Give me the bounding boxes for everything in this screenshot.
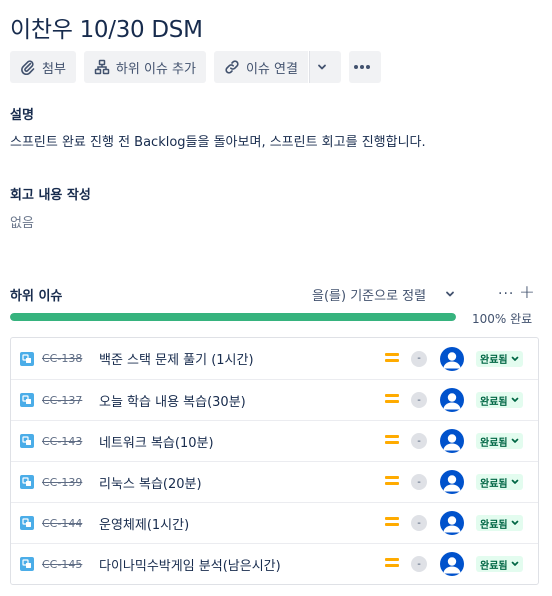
story-points-badge: - xyxy=(411,515,427,531)
issue-key[interactable]: CC-145 xyxy=(42,558,82,571)
priority-medium-icon xyxy=(385,558,399,570)
issue-summary[interactable]: 오늘 학습 내용 복습(30분) xyxy=(99,391,246,410)
chevron-down-icon xyxy=(318,64,327,70)
avatar[interactable] xyxy=(440,470,464,494)
retro-field-label: 회고 내용 작성 xyxy=(10,188,91,203)
avatar[interactable] xyxy=(440,346,464,371)
sort-label: 을(를) 기준으로 정렬 xyxy=(312,288,427,304)
status-dropdown[interactable]: 완료됨 xyxy=(476,474,523,490)
child-issues-progress-bar xyxy=(10,313,456,321)
issue-title[interactable]: 이찬우 10/30 DSM xyxy=(10,10,203,44)
story-points-badge: - xyxy=(411,350,427,367)
subtask-icon xyxy=(20,557,34,571)
subtask-icon xyxy=(20,351,34,366)
priority-medium-icon xyxy=(385,476,399,488)
status-label: 완료됨 xyxy=(480,478,508,490)
chevron-down-icon xyxy=(511,479,518,484)
status-dropdown[interactable]: 완료됨 xyxy=(476,433,523,449)
child-issue-row[interactable]: CC-143 네트워크 복습(10분) - 완료됨 xyxy=(11,420,538,461)
issue-key[interactable]: CC-144 xyxy=(42,517,82,530)
avatar[interactable] xyxy=(440,552,464,576)
issue-summary[interactable]: 네트워크 복습(10분) xyxy=(99,432,214,451)
attach-label: 첨부 xyxy=(42,61,66,77)
link-issue-split-button: 이슈 연결 xyxy=(213,51,341,83)
avatar[interactable] xyxy=(440,388,464,412)
child-issue-row[interactable]: CC-144 운영체제(1시간) - 완료됨 xyxy=(11,502,538,543)
status-dropdown[interactable]: 완료됨 xyxy=(476,350,523,367)
status-dropdown[interactable]: 완료됨 xyxy=(476,515,523,531)
status-label: 완료됨 xyxy=(480,519,508,531)
child-issues-title: 하위 이슈 xyxy=(10,288,63,304)
chevron-down-icon xyxy=(511,561,518,566)
child-issues-add-button[interactable]: + xyxy=(519,281,535,303)
child-issues-list: CC-138 백준 스택 문제 풀기 (1시간) - 완료됨 CC-137 오늘… xyxy=(10,337,539,585)
child-issue-row[interactable]: CC-145 다이나믹수박게임 분석(남은시간) - 완료됨 xyxy=(11,543,538,584)
issue-key[interactable]: CC-143 xyxy=(42,435,82,448)
story-points-badge: - xyxy=(411,392,427,408)
child-issue-row[interactable]: CC-137 오늘 학습 내용 복습(30분) - 완료됨 xyxy=(11,379,538,420)
more-icon xyxy=(353,65,370,69)
status-dropdown[interactable]: 완료됨 xyxy=(476,556,523,572)
subtask-icon xyxy=(20,434,34,448)
chevron-down-icon xyxy=(511,438,518,443)
issue-key[interactable]: CC-138 xyxy=(42,352,82,365)
add-child-issue-button[interactable]: 하위 이슈 추가 xyxy=(83,51,206,83)
status-label: 완료됨 xyxy=(480,355,508,366)
issue-summary[interactable]: 리눅스 복습(20분) xyxy=(99,473,202,492)
priority-medium-icon xyxy=(385,435,399,447)
issue-summary[interactable]: 백준 스택 문제 풀기 (1시간) xyxy=(99,349,254,368)
link-issue-dropdown-button[interactable] xyxy=(308,51,341,83)
chevron-down-icon xyxy=(511,397,518,402)
priority-medium-icon xyxy=(385,352,399,365)
sort-dropdown[interactable]: 을(를) 기준으로 정렬 xyxy=(312,285,456,304)
subtask-icon xyxy=(20,393,34,407)
issue-summary[interactable]: 운영체제(1시간) xyxy=(99,514,189,533)
status-dropdown[interactable]: 완료됨 xyxy=(476,392,523,408)
hierarchy-icon xyxy=(94,59,110,75)
chevron-down-icon xyxy=(511,520,518,525)
story-points-badge: - xyxy=(411,474,427,490)
issue-key[interactable]: CC-137 xyxy=(42,394,82,407)
subtask-icon xyxy=(20,475,34,489)
avatar[interactable] xyxy=(440,511,464,535)
status-label: 완료됨 xyxy=(480,560,508,572)
status-label: 완료됨 xyxy=(480,396,508,408)
retro-field-value[interactable]: 없음 xyxy=(10,212,34,231)
chevron-down-icon xyxy=(446,291,454,297)
description-label: 설명 xyxy=(10,108,34,123)
child-issue-row[interactable]: CC-139 리눅스 복습(20분) - 완료됨 xyxy=(11,461,538,502)
priority-medium-icon xyxy=(385,394,399,406)
story-points-badge: - xyxy=(411,433,427,449)
priority-medium-icon xyxy=(385,517,399,529)
attach-button[interactable]: 첨부 xyxy=(10,51,76,83)
child-issue-row[interactable]: CC-138 백준 스택 문제 풀기 (1시간) - 완료됨 xyxy=(11,338,538,379)
chevron-down-icon xyxy=(511,356,518,361)
description-text[interactable]: 스프린트 완료 진행 전 Backlog들을 돌아보며, 스프린트 회고를 진행… xyxy=(10,131,426,150)
paperclip-icon xyxy=(21,60,35,75)
subtask-icon xyxy=(20,516,34,530)
add-child-issue-label: 하위 이슈 추가 xyxy=(115,61,196,77)
avatar[interactable] xyxy=(440,429,464,453)
child-issues-header: 하위 이슈 을(를) 기준으로 정렬 ··· + xyxy=(10,281,540,304)
more-actions-button[interactable] xyxy=(348,51,381,83)
status-label: 완료됨 xyxy=(480,437,508,449)
child-issues-more-button[interactable]: ··· xyxy=(498,286,514,302)
story-points-badge: - xyxy=(411,556,427,572)
link-issue-label: 이슈 연결 xyxy=(245,61,298,77)
progress-label: 100% 완료 xyxy=(472,312,533,326)
issue-summary[interactable]: 다이나믹수박게임 분석(남은시간) xyxy=(99,555,281,574)
issue-key[interactable]: CC-139 xyxy=(42,476,82,489)
link-icon xyxy=(225,60,239,74)
progress-fill xyxy=(10,313,456,321)
link-issue-button[interactable]: 이슈 연결 xyxy=(213,51,308,83)
issue-toolbar: 첨부 하위 이슈 추가 이슈 연결 xyxy=(10,51,381,83)
